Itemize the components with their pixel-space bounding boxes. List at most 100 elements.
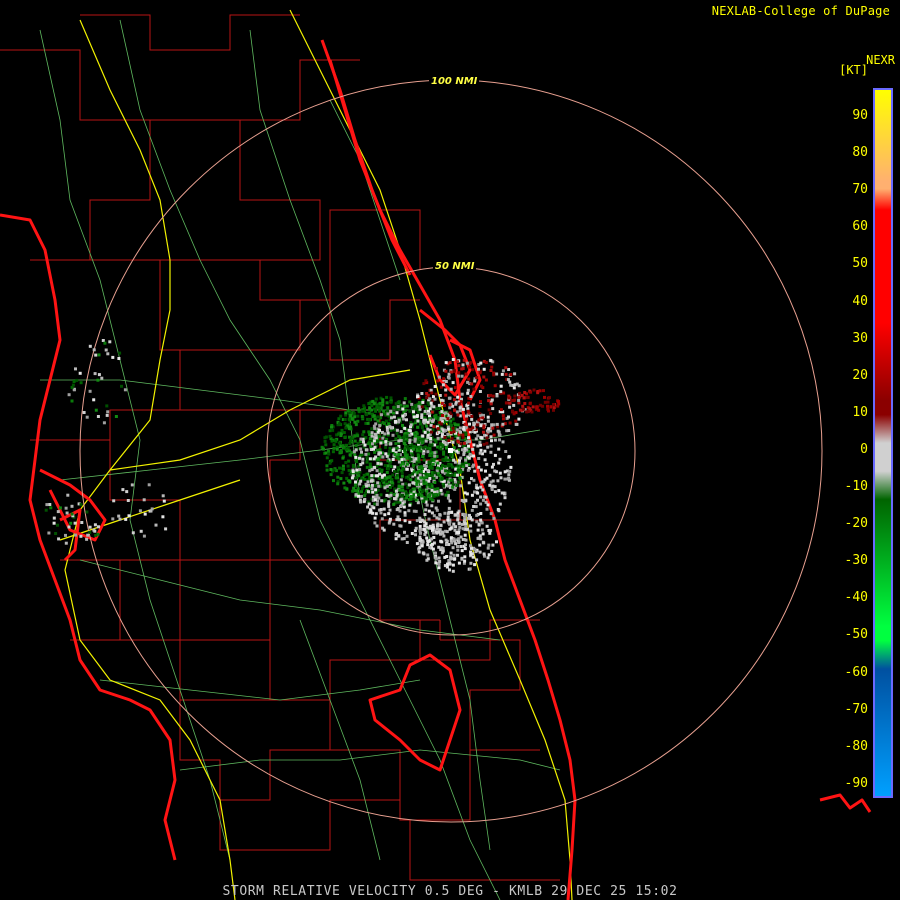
radar-return-pixel (420, 416, 424, 419)
radar-return-pixel (467, 456, 471, 460)
radar-return-pixel (501, 422, 505, 426)
radar-return-pixel (379, 451, 382, 455)
radar-return-pixel (85, 510, 89, 514)
radar-return-pixel (490, 365, 494, 369)
radar-return-pixel (368, 418, 371, 422)
radar-return-pixel (347, 459, 351, 463)
radar-return-pixel (448, 522, 451, 526)
radar-return-pixel (351, 470, 355, 474)
radar-return-pixel (478, 550, 482, 554)
radar-return-pixel (403, 426, 407, 430)
radar-return-pixel (417, 446, 421, 450)
radar-return-pixel (439, 488, 443, 492)
radar-return-pixel (501, 440, 505, 444)
radar-return-pixel (449, 415, 452, 419)
radar-return-pixel (370, 404, 374, 408)
radar-return-pixel (449, 431, 453, 435)
radar-return-pixel (65, 511, 69, 515)
radar-return-pixel (426, 420, 430, 424)
radar-return-pixel (357, 474, 361, 478)
radar-return-pixel (395, 494, 399, 498)
radar-return-pixel (460, 392, 464, 396)
radar-return-pixel (471, 426, 475, 430)
radar-return-pixel (455, 428, 459, 432)
radar-return-pixel (414, 533, 417, 537)
radar-return-pixel (361, 409, 365, 413)
radar-return-pixel (444, 429, 448, 432)
radar-return-pixel (418, 546, 422, 550)
radar-return-pixel (422, 476, 426, 480)
radar-return-pixel (475, 513, 479, 517)
radar-return-pixel (479, 512, 483, 515)
radar-return-pixel (93, 523, 97, 527)
radar-return-pixel (476, 536, 480, 540)
radar-return-pixel (327, 449, 330, 453)
radar-return-pixel (444, 393, 448, 397)
radar-return-pixel (429, 437, 433, 440)
radar-return-pixel (431, 542, 434, 546)
radar-return-pixel (492, 433, 496, 437)
radar-return-pixel (70, 399, 74, 403)
radar-return-pixel (457, 531, 461, 534)
radar-return-pixel (406, 486, 410, 489)
radar-return-pixel (444, 388, 448, 392)
radar-return-pixel (338, 450, 342, 454)
legend-tick-label: -60 (844, 664, 868, 680)
radar-return-pixel (426, 450, 430, 454)
radar-return-pixel (403, 530, 406, 534)
radar-return-pixel (142, 498, 146, 502)
radar-return-pixel (436, 427, 440, 431)
radar-return-pixel (342, 481, 346, 485)
radar-return-pixel (414, 498, 418, 502)
radar-return-pixel (92, 348, 96, 352)
radar-return-pixel (489, 359, 493, 363)
radar-return-pixel (457, 522, 461, 526)
radar-return-pixel (48, 503, 52, 506)
radar-return-pixel (367, 452, 371, 456)
radar-return-pixel (437, 562, 441, 566)
radar-return-pixel (446, 427, 450, 431)
radar-return-pixel (486, 419, 490, 423)
radar-return-pixel (383, 464, 387, 467)
radar-return-pixel (398, 509, 402, 513)
radar-return-pixel (441, 445, 445, 449)
radar-return-pixel (348, 449, 352, 453)
radar-return-pixel (393, 465, 397, 469)
radar-return-pixel (520, 393, 524, 397)
radar-return-pixel (52, 516, 56, 520)
radar-return-pixel (381, 436, 385, 440)
radar-return-pixel (394, 476, 398, 480)
radar-map-canvas (0, 9, 872, 900)
radar-return-pixel (395, 407, 399, 411)
radar-return-pixel (356, 414, 360, 418)
radar-return-pixel (67, 393, 71, 397)
radar-return-pixel (508, 401, 512, 405)
radar-return-pixel (417, 440, 421, 444)
radar-return-pixel (342, 431, 346, 435)
radar-return-pixel (448, 568, 451, 572)
radar-return-pixel (431, 462, 435, 466)
radar-return-pixel (411, 472, 414, 476)
radar-return-pixel (370, 434, 374, 438)
radar-return-pixel (323, 436, 327, 440)
radar-return-pixel (403, 513, 407, 517)
radar-return-pixel (126, 499, 130, 502)
radar-return-pixel (376, 488, 380, 492)
radar-return-pixel (552, 403, 555, 407)
radar-return-pixel (127, 514, 131, 518)
radar-return-pixel (472, 478, 476, 482)
radar-return-pixel (488, 473, 492, 477)
radar-return-pixel (439, 466, 443, 470)
radar-return-pixel (451, 569, 455, 573)
radar-return-pixel (389, 400, 393, 404)
radar-return-pixel (96, 378, 100, 382)
radar-return-pixel (435, 531, 439, 535)
radar-return-pixel (508, 405, 512, 409)
radar-return-pixel (373, 516, 377, 520)
radar-return-pixel (142, 534, 146, 538)
radar-return-pixel (97, 373, 101, 377)
radar-return-pixel (411, 447, 415, 451)
radar-return-pixel (343, 486, 347, 490)
radar-return-pixel (443, 464, 447, 468)
radar-return-pixel (444, 380, 448, 383)
